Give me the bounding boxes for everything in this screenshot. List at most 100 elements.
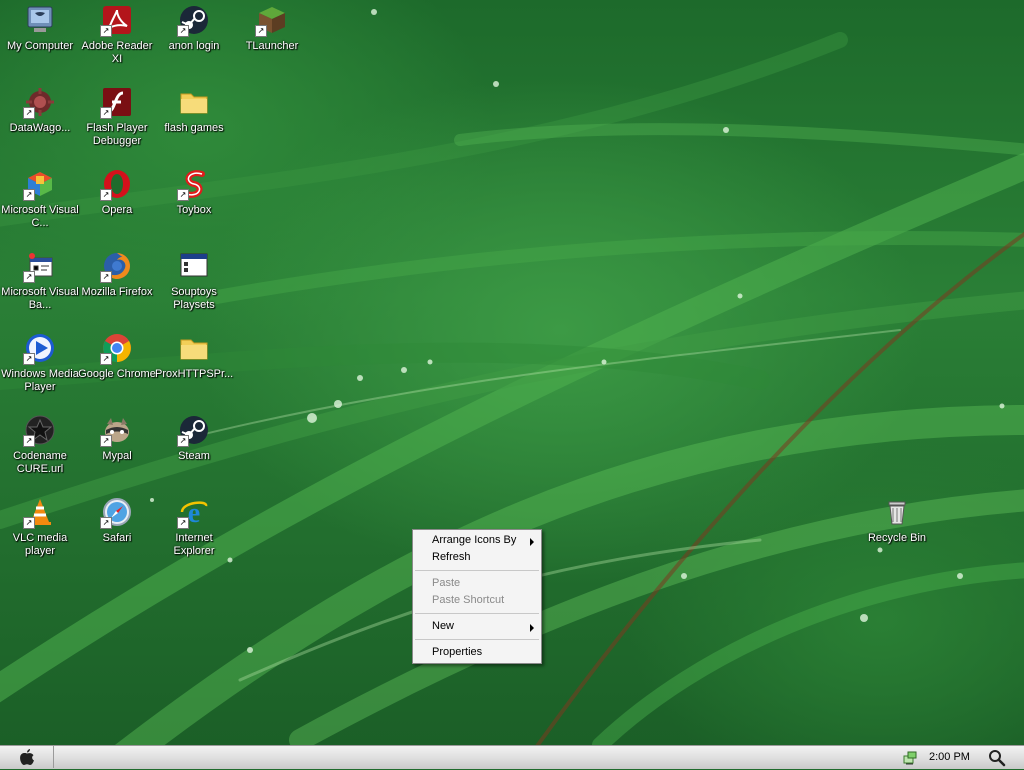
shortcut-arrow-icon: ↗ [23,271,35,283]
desktop-icon-visual-basic[interactable]: ↗ Microsoft Visual Ba... [1,250,79,312]
desktop-icon-label: Recycle Bin [867,532,927,544]
window-icon [178,250,210,282]
safari-compass-icon: ↗ [100,496,133,529]
desktop-icon-label: Google Chrome [78,368,156,380]
shortcut-arrow-icon: ↗ [100,107,112,119]
shortcut-arrow-icon: ↗ [23,107,35,119]
firefox-icon: ↗ [100,250,133,283]
vlc-cone-icon: ↗ [23,496,56,529]
shortcut-arrow-icon: ↗ [100,353,112,365]
menu-item-arrange-icons-by[interactable]: Arrange Icons By [413,532,541,549]
desktop-icon-label: Windows Media Player [1,368,79,393]
desktop-icon-label: DataWago... [9,122,71,134]
adobe-reader-icon: ↗ [100,4,133,37]
minecraft-block-icon: ↗ [255,4,288,37]
codename-cure-icon: ↗ [23,414,56,447]
toybox-icon: ↗ [177,168,210,201]
desktop-icon-safari[interactable]: ↗ Safari [78,496,156,545]
mypal-raccoon-icon: ↗ [100,414,133,447]
opera-icon: ↗ [100,168,133,201]
menu-item-label: Paste Shortcut [432,594,505,606]
network-icon[interactable] [902,750,918,766]
desktop-icon-label: Toybox [176,204,212,216]
recycle-bin-icon [881,496,913,528]
desktop-icon-label: Adobe Reader XI [81,40,153,65]
desktop-icon-firefox[interactable]: ↗ Mozilla Firefox [78,250,156,299]
shortcut-arrow-icon: ↗ [100,25,112,37]
desktop-icon-label: Flash Player Debugger [86,122,148,147]
desktop-icon-datawagon[interactable]: ↗ DataWago... [1,86,79,135]
menu-item-label: Arrange Icons By [432,534,517,546]
shortcut-arrow-icon: ↗ [23,353,35,365]
menu-item-label: Refresh [432,551,471,563]
desktop-icon-label: Steam [178,450,210,462]
desktop-icon-label: My Computer [6,40,74,52]
menu-item-paste[interactable]: Paste [413,575,541,592]
menu-item-refresh[interactable]: Refresh [413,549,541,566]
desktop-icon-vlc[interactable]: ↗ VLC media player [1,496,79,558]
search-icon [989,750,1006,767]
shortcut-arrow-icon: ↗ [177,517,189,529]
folder-icon [178,332,210,364]
shortcut-arrow-icon: ↗ [100,517,112,529]
desktop-icon-label: Souptoys Playsets [171,286,217,311]
taskbar: 2:00 PM [0,745,1024,769]
desktop-icon-recycle-bin[interactable]: Recycle Bin [858,496,936,545]
desktop-icon-steam[interactable]: ↗ Steam [155,414,233,463]
desktop-icon-label: Codename CURE.url [13,450,67,475]
internet-explorer-icon: e ↗ [177,496,210,529]
desktop-icon-opera[interactable]: ↗ Opera [78,168,156,217]
desktop-icon-proxhttps[interactable]: ProxHTTPSPr... [155,332,233,381]
desktop-icon-visual-cpp[interactable]: ↗ Microsoft Visual C... [1,168,79,230]
menu-separator [415,570,539,571]
shortcut-arrow-icon: ↗ [23,189,35,201]
desktop-icon-flash-player-debugger[interactable]: ↗ Flash Player Debugger [78,86,156,148]
menu-item-properties[interactable]: Properties [413,644,541,661]
submenu-arrow-icon [530,538,534,546]
desktop-icon-windows-media-player[interactable]: ↗ Windows Media Player [1,332,79,394]
computer-icon [24,4,56,36]
menu-separator [415,613,539,614]
menu-item-label: New [432,620,455,632]
desktop-icon-label: Safari [102,532,132,544]
desktop-icon-my-computer[interactable]: My Computer [1,4,79,53]
shortcut-arrow-icon: ↗ [23,517,35,529]
desktop-icon-adobe-reader[interactable]: ↗ Adobe Reader XI [78,4,156,66]
desktop-icon-label: Opera [101,204,133,216]
visual-studio-icon: ↗ [23,168,56,201]
apple-logo-icon [19,749,34,765]
chrome-icon: ↗ [100,332,133,365]
desktop-icon-codename-cure[interactable]: ↗ Codename CURE.url [1,414,79,476]
desktop-icon-label: ProxHTTPSPr... [155,368,234,380]
desktop-icon-label: TLauncher [245,40,299,52]
shortcut-arrow-icon: ↗ [100,271,112,283]
desktop-icon-label: Internet Explorer [173,532,215,557]
desktop-icon-anon-login[interactable]: ↗ anon login [155,4,233,53]
datawagon-icon: ↗ [23,86,56,119]
desktop-icon-tlauncher[interactable]: ↗ TLauncher [233,4,311,53]
desktop-icon-label: Microsoft Visual Ba... [1,286,79,311]
desktop-icon-mypal[interactable]: ↗ Mypal [78,414,156,463]
shortcut-arrow-icon: ↗ [255,25,267,37]
shortcut-arrow-icon: ↗ [100,435,112,447]
media-player-icon: ↗ [23,332,56,365]
folder-icon [178,86,210,118]
desktop-icon-google-chrome[interactable]: ↗ Google Chrome [78,332,156,381]
menu-item-paste-shortcut[interactable]: Paste Shortcut [413,592,541,609]
submenu-arrow-icon [530,624,534,632]
flash-player-icon: ↗ [100,86,133,119]
desktop-icon-label: flash games [164,122,224,134]
search-button[interactable] [988,749,1006,767]
shortcut-arrow-icon: ↗ [177,25,189,37]
menu-item-new[interactable]: New [413,618,541,635]
desktop-icon-label: VLC media player [12,532,68,557]
shortcut-arrow-icon: ↗ [177,189,189,201]
desktop-icon-label: Microsoft Visual C... [1,204,79,229]
desktop-icon-souptoys[interactable]: Souptoys Playsets [155,250,233,312]
start-button[interactable] [0,746,54,768]
taskbar-clock[interactable]: 2:00 PM [929,751,970,763]
desktop-icon-internet-explorer[interactable]: e ↗ Internet Explorer [155,496,233,558]
desktop-icon-toybox[interactable]: ↗ Toybox [155,168,233,217]
menu-item-label: Properties [432,646,483,658]
desktop-icon-flash-games[interactable]: flash games [155,86,233,135]
